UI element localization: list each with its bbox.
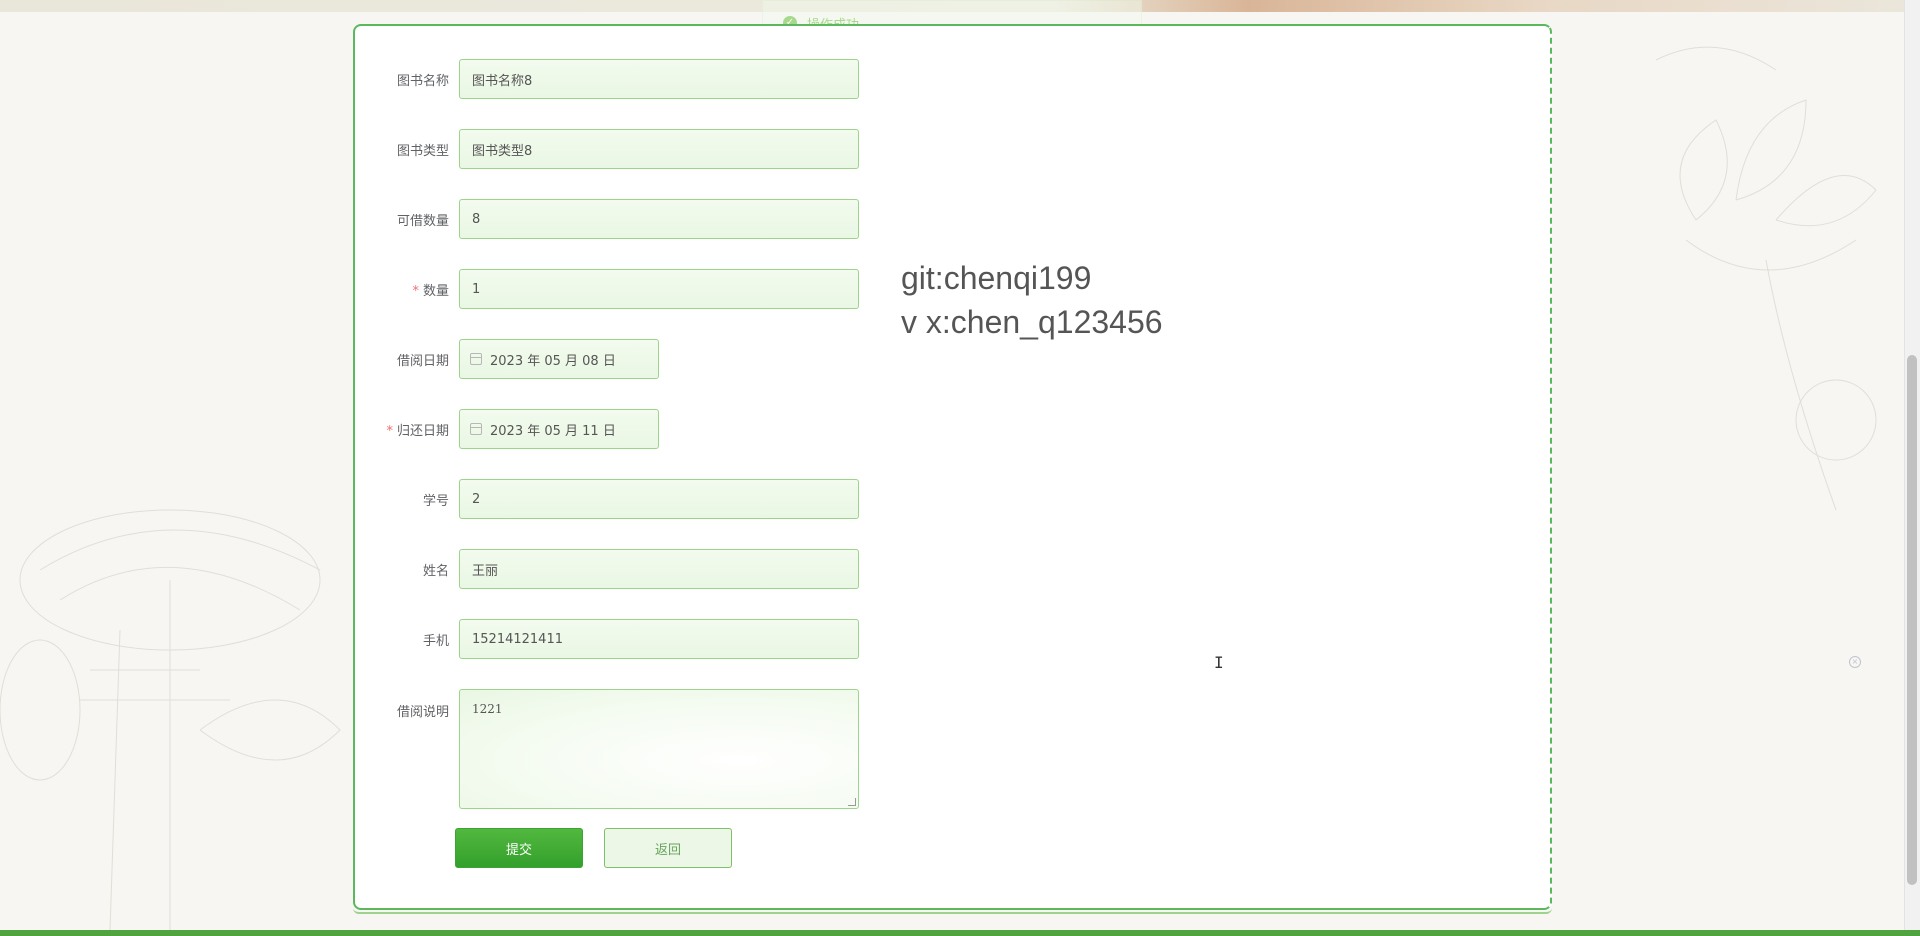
calendar-icon [470,353,482,365]
watermark-text: git:chenqi199 v x:chen_q123456 [901,256,1163,344]
borrow-note-textarea[interactable]: 1221 [459,689,859,809]
return-date-label: * 归还日期 [386,423,449,439]
form-row-borrow-date: 借阅日期 2023 年 05 月 08 日 [355,339,659,379]
scrollbar-thumb[interactable] [1907,355,1917,885]
borrow-form-card: 图书名称 图书名称8 图书类型 图书类型8 可借数量 8 * 数量 1 借阅日期 … [353,24,1861,914]
name-input[interactable]: 王丽 [459,549,859,589]
lotus-flower-background-right [1655,46,1877,511]
book-type-label: 图书类型 [396,143,449,159]
name-label: 姓名 [422,563,449,579]
text-cursor-icon: I [1214,653,1224,672]
watermark-line-2: v x:chen_q123456 [901,304,1163,340]
watermark-line-1: git:chenqi199 [901,260,1092,296]
required-mark: * [412,283,419,299]
form-row-phone: 手机 15214121411 [355,619,859,659]
book-name-label: 图书名称 [396,73,449,89]
form-row-borrow-note: 借阅说明 1221 [355,689,859,809]
calendar-icon [470,423,482,435]
form-row-available-quantity: 可借数量 8 [355,199,859,239]
resize-handle[interactable] [848,798,856,806]
bottom-accent-strip [0,930,1920,936]
student-id-label: 学号 [422,493,449,509]
borrow-note-label: 借阅说明 [396,705,449,720]
quantity-label: * 数量 [412,283,449,299]
form-row-book-type: 图书类型 图书类型8 [355,129,859,169]
book-type-input[interactable]: 图书类型8 [459,129,859,169]
quantity-input[interactable]: 1 [459,269,859,309]
borrow-date-picker[interactable]: 2023 年 05 月 08 日 [459,339,659,379]
form-row-name: 姓名 王丽 [355,549,859,589]
book-name-input[interactable]: 图书名称8 [459,59,859,99]
back-button[interactable]: 返回 [604,828,732,868]
form-row-student-id: 学号 2 [355,479,859,519]
required-mark: * [386,423,393,439]
form-row-return-date: * 归还日期 2023 年 05 月 11 日 [355,409,659,449]
clear-circle-icon[interactable]: × [1849,656,1861,668]
phone-label: 手机 [422,633,449,649]
phone-input[interactable]: 15214121411 [459,619,859,659]
page-scrollbar[interactable] [1904,0,1920,936]
available-quantity-input[interactable]: 8 [459,199,859,239]
available-quantity-label: 可借数量 [396,213,449,229]
borrow-date-label: 借阅日期 [396,353,449,369]
return-date-picker[interactable]: 2023 年 05 月 11 日 [459,409,659,449]
form-row-book-name: 图书名称 图书名称8 [355,59,859,99]
submit-button[interactable]: 提交 [455,828,583,868]
lotus-leaf-background-left [0,509,341,930]
form-row-quantity: * 数量 1 [355,269,859,309]
student-id-input[interactable]: 2 [459,479,859,519]
